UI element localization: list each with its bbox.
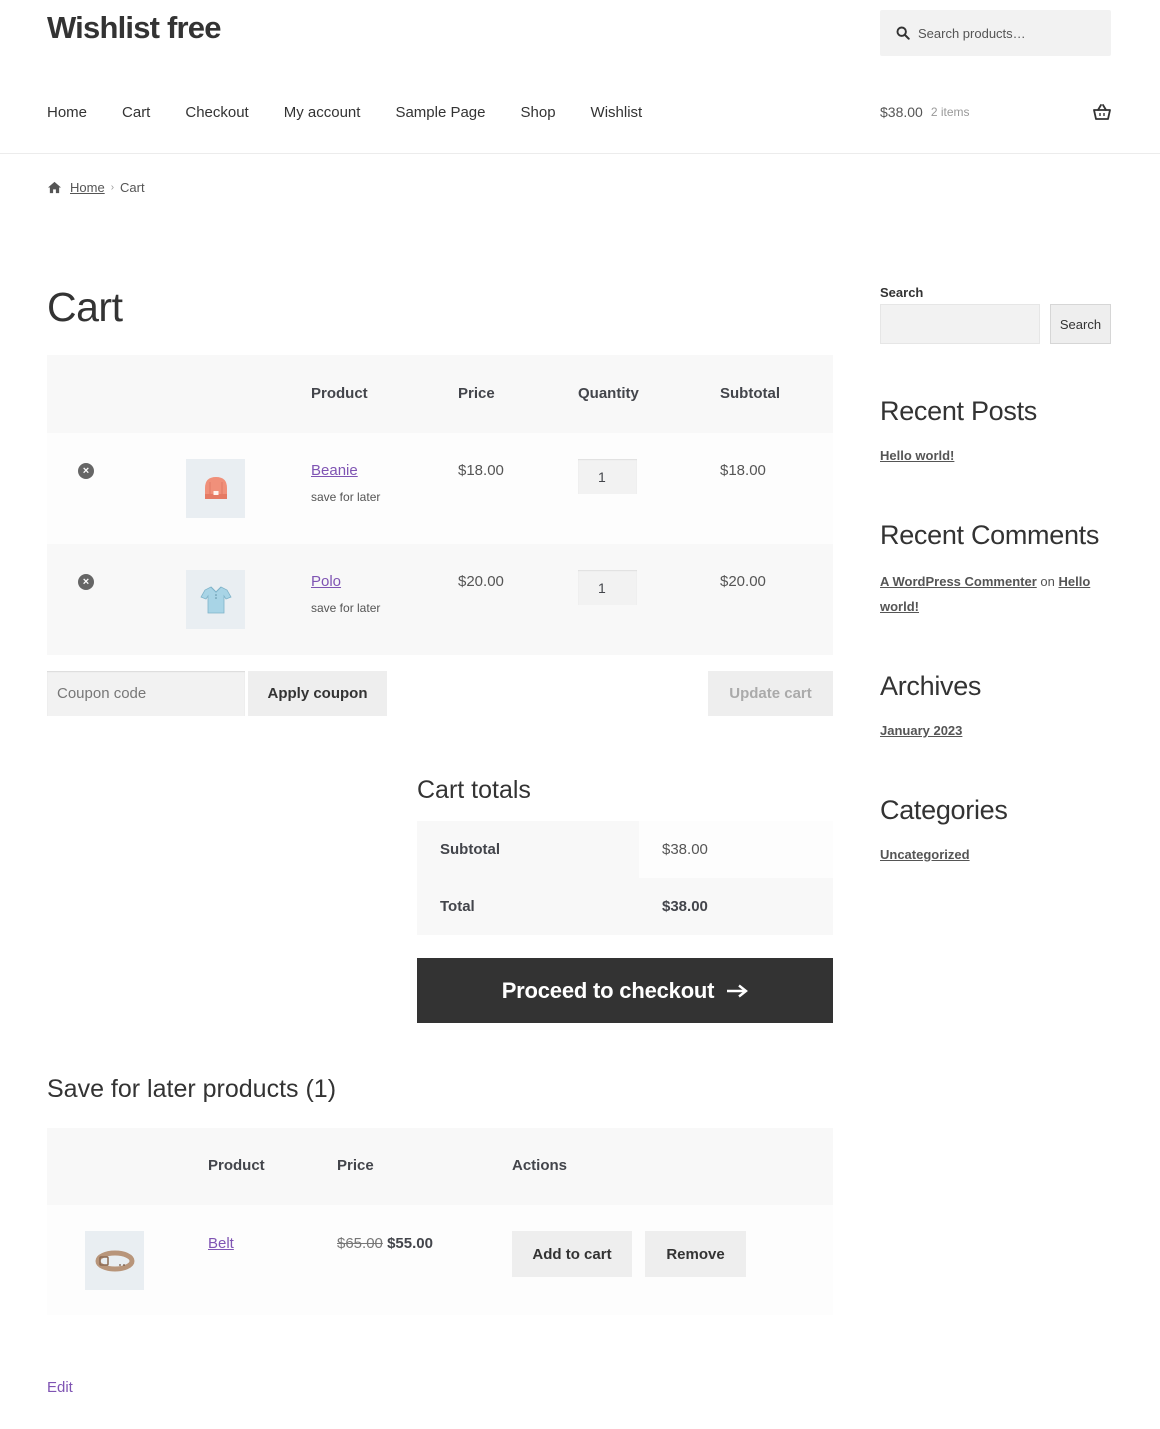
category-link[interactable]: Uncategorized — [880, 847, 970, 862]
remove-item-icon[interactable]: × — [78, 574, 94, 590]
apply-coupon-button[interactable]: Apply coupon — [248, 671, 387, 716]
polo-icon[interactable] — [186, 570, 245, 629]
cart-item-subtotal: $20.00 — [720, 573, 766, 590]
recent-post-link[interactable]: Hello world! — [880, 448, 954, 463]
col-subtotal-header: Subtotal — [720, 385, 780, 402]
sidebar-search-input[interactable] — [880, 304, 1040, 344]
totals-total-label: Total — [417, 878, 639, 935]
quantity-input[interactable] — [578, 459, 637, 494]
breadcrumb-current: Cart — [120, 180, 145, 195]
nav-wishlist[interactable]: Wishlist — [591, 104, 643, 121]
arrow-right-icon — [727, 984, 749, 997]
comment-author-link[interactable]: A WordPress Commenter — [880, 574, 1037, 589]
cart-totals-table: Subtotal $38.00 Total $38.00 — [417, 821, 833, 935]
archive-link[interactable]: January 2023 — [880, 723, 962, 738]
sfl-col-actions-header: Actions — [512, 1157, 568, 1174]
site-title[interactable]: Wishlist free — [47, 10, 221, 46]
cart-item-subtotal: $18.00 — [720, 462, 766, 479]
save-for-later-header: Product Price Actions — [47, 1128, 833, 1205]
cart-item-price: $20.00 — [458, 573, 504, 590]
page-title: Cart — [47, 284, 123, 330]
sidebar-search-label: Search — [880, 285, 924, 300]
save-for-later-table: Product Price Actions Belt $65.00 $55.00… — [47, 1128, 833, 1315]
breadcrumb-home-link[interactable]: Home — [70, 180, 105, 195]
sfl-col-product-header: Product — [208, 1157, 265, 1174]
remove-item-icon[interactable]: × — [78, 463, 94, 479]
totals-subtotal-row: Subtotal $38.00 — [417, 821, 833, 878]
totals-total-value: $38.00 — [639, 878, 833, 935]
home-icon — [48, 181, 61, 194]
cart-item-row: × Polo save for later $20.00 $20.00 — [47, 544, 833, 655]
breadcrumb: Home › Cart — [47, 180, 145, 195]
save-for-later-row: Belt $65.00 $55.00 Add to cart Remove — [47, 1205, 833, 1315]
totals-total-row: Total $38.00 — [417, 878, 833, 935]
basket-icon — [1093, 104, 1111, 120]
proceed-to-checkout-button[interactable]: Proceed to checkout — [417, 958, 833, 1023]
sfl-col-price-header: Price — [337, 1157, 374, 1174]
recent-posts-heading: Recent Posts — [880, 396, 1037, 426]
cart-item-row: × Beanie save for later $18.00 $18.00 — [47, 433, 833, 544]
archives-heading: Archives — [880, 671, 982, 701]
sfl-old-price: $65.00 — [337, 1235, 383, 1252]
comment-on-text: on — [1040, 574, 1055, 589]
sidebar-search-button[interactable]: Search — [1050, 304, 1111, 344]
checkout-label: Proceed to checkout — [501, 977, 715, 1003]
sfl-sale-price: $55.00 — [387, 1235, 433, 1252]
nav-cart[interactable]: Cart — [122, 104, 150, 121]
mini-cart-amount: $38.00 — [880, 104, 923, 120]
cart-item-name-link[interactable]: Beanie — [311, 462, 358, 479]
nav-home[interactable]: Home — [47, 104, 87, 121]
update-cart-button[interactable]: Update cart — [708, 671, 833, 716]
nav-checkout[interactable]: Checkout — [185, 104, 248, 121]
col-product-header: Product — [311, 385, 368, 402]
coupon-code-input[interactable] — [47, 671, 245, 716]
col-quantity-header: Quantity — [578, 385, 639, 402]
save-for-later-heading: Save for later products (1) — [47, 1075, 337, 1103]
breadcrumb-separator-icon: › — [110, 182, 115, 193]
totals-subtotal-label: Subtotal — [417, 821, 639, 878]
cart-table: Product Price Quantity Subtotal × Beanie… — [47, 355, 833, 655]
mini-cart-count: 2 items — [930, 105, 970, 119]
totals-subtotal-value: $38.00 — [639, 821, 833, 878]
mini-cart[interactable]: $38.00 2 items — [880, 104, 1111, 120]
recent-comments-heading: Recent Comments — [880, 520, 1100, 550]
remove-button[interactable]: Remove — [645, 1231, 746, 1277]
primary-navigation: Home Cart Checkout My account Sample Pag… — [47, 104, 642, 121]
cart-table-header: Product Price Quantity Subtotal — [47, 355, 833, 433]
header-search-input[interactable] — [918, 25, 1098, 41]
cart-totals-heading: Cart totals — [417, 776, 531, 804]
categories-heading: Categories — [880, 795, 1008, 825]
recent-comment-item: A WordPress Commenter on Hello world! — [880, 569, 1111, 619]
sfl-item-price: $65.00 $55.00 — [337, 1235, 433, 1252]
quantity-input[interactable] — [578, 570, 637, 605]
header-divider — [0, 153, 1160, 154]
add-to-cart-button[interactable]: Add to cart — [512, 1231, 632, 1277]
save-for-later-link[interactable]: save for later — [311, 490, 380, 504]
nav-sample-page[interactable]: Sample Page — [395, 104, 485, 121]
col-price-header: Price — [458, 385, 495, 402]
belt-icon[interactable] — [85, 1231, 144, 1290]
nav-shop[interactable]: Shop — [521, 104, 556, 121]
cart-item-name-link[interactable]: Polo — [311, 573, 341, 590]
beanie-icon[interactable] — [186, 459, 245, 518]
cart-item-price: $18.00 — [458, 462, 504, 479]
search-icon — [896, 26, 910, 40]
save-for-later-link[interactable]: save for later — [311, 601, 380, 615]
sfl-item-name-link[interactable]: Belt — [208, 1235, 234, 1252]
nav-my-account[interactable]: My account — [284, 104, 361, 121]
edit-link[interactable]: Edit — [47, 1379, 73, 1396]
header-search-box[interactable] — [880, 10, 1111, 56]
